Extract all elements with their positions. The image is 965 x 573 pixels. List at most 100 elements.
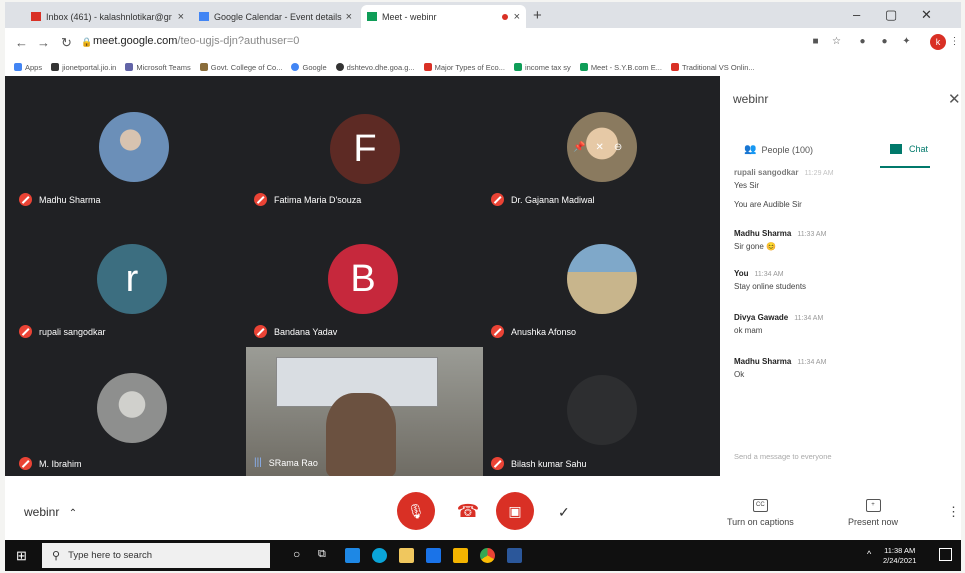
tab-gmail[interactable]: Inbox (461) - kalashnlotikar@gr × (25, 5, 190, 28)
address-bar-row: ← → ↻ 🔒 meet.google.com/teo-ugjs-djn?aut… (5, 28, 961, 58)
back-icon[interactable]: ← (15, 35, 28, 50)
windows-start-icon[interactable]: ⊞ (16, 548, 27, 564)
pin-icon[interactable]: 📌 (573, 142, 585, 153)
mic-off-icon (19, 457, 32, 470)
bookmark-item[interactable]: jionetportal.jio.in (51, 63, 116, 72)
participant-tile[interactable]: r rupali sangodkar (11, 212, 246, 345)
chat-input[interactable]: Send a message to everyone (734, 452, 832, 461)
bookmark-item[interactable]: income tax sy (513, 63, 571, 72)
apps-icon (14, 63, 22, 71)
reload-icon[interactable]: ↻ (61, 35, 72, 51)
participant-tile[interactable]: B Bandana Yadav (246, 212, 483, 345)
globe-icon (335, 63, 344, 71)
mail-icon[interactable] (426, 548, 441, 563)
new-tab-button[interactable]: + (533, 7, 542, 24)
bookmark-item[interactable]: Meet - S.Y.B.com E... (579, 62, 662, 72)
participant-tile[interactable]: F Fatima Maria D'souza (246, 80, 483, 210)
file-explorer-icon[interactable] (399, 548, 414, 563)
message-time: 11:34 AM (794, 315, 824, 322)
close-tab-icon[interactable]: × (514, 11, 520, 23)
forward-icon[interactable]: → (37, 35, 50, 50)
close-window-button[interactable]: ✕ (921, 7, 932, 23)
bookmark-item[interactable]: Major Types of Eco... (423, 62, 505, 72)
college-icon (199, 63, 208, 71)
bookmarks-bar: Apps jionetportal.jio.in Microsoft Teams… (5, 58, 961, 77)
taskbar-search[interactable]: ⚲ Type here to search (42, 543, 270, 568)
participant-tile[interactable]: Madhu Sharma (11, 80, 246, 210)
bookmark-label: Major Types of Eco... (434, 62, 505, 72)
word-icon[interactable] (507, 548, 522, 563)
message-sender: rupali sangodkar (734, 168, 799, 177)
participant-video-tile[interactable]: ||| SRama Rao (246, 347, 483, 476)
camera-icon[interactable]: ■ (810, 36, 821, 47)
mic-toggle-button[interactable]: 🎙 (397, 492, 435, 530)
gmail-icon (31, 12, 41, 21)
meeting-details-button[interactable]: webinr ⌃ (24, 505, 77, 519)
message-sender: Madhu Sharma (734, 357, 792, 366)
close-panel-icon[interactable]: ✕ (948, 90, 961, 108)
notification-icon[interactable] (939, 548, 952, 561)
message-text: You are Audible Sir (734, 200, 802, 209)
bookmark-label: jionetportal.jio.in (62, 62, 117, 72)
participant-tile[interactable]: Anushka Afonso (483, 212, 719, 345)
captions-button[interactable]: CC Turn on captions (727, 499, 794, 527)
message-time: 11:34 AM (797, 359, 827, 366)
bookmark-item[interactable]: Microsoft Teams (125, 63, 191, 72)
edge-icon[interactable] (372, 548, 387, 563)
windows-taskbar: ⊞ ⚲ Type here to search ○ ⧉ ^ 11:38 AM 2… (5, 540, 961, 571)
star-icon[interactable]: ☆ (831, 36, 842, 47)
meeting-controls-bar: webinr ⌃ 🎙 ☎ ▣ ✓ CC Turn on captions + P… (5, 476, 961, 542)
extension-icon[interactable]: ● (857, 36, 868, 47)
bookmark-label: Google (302, 62, 327, 72)
close-tab-icon[interactable]: × (178, 11, 184, 23)
tab-meet[interactable]: Meet - webinr × (361, 5, 526, 28)
maximize-button[interactable]: ▢ (885, 7, 897, 23)
task-view-icon[interactable]: ⧉ (318, 548, 333, 563)
participant-tile[interactable]: 📌 ✕ ⊖ Dr. Gajanan Madiwal (483, 80, 719, 210)
internet-explorer-icon[interactable] (345, 548, 360, 563)
tab-people[interactable]: 👥 People (100) (744, 144, 813, 155)
profile-avatar[interactable]: k (930, 34, 946, 50)
bookmark-label: dshtevo.dhe.goa.g... (346, 62, 415, 72)
hangup-icon: ☎ (456, 500, 480, 521)
mute-icon[interactable]: ✕ (595, 142, 603, 153)
more-icon[interactable]: ⊖ (614, 142, 622, 153)
tab-calendar[interactable]: Google Calendar - Event details × (193, 5, 358, 28)
chevron-up-icon[interactable]: ^ (867, 549, 871, 559)
bookmark-label: Meet - S.Y.B.com E... (590, 62, 662, 72)
participant-name: Madhu Sharma (39, 194, 101, 205)
message-time: 11:33 AM (797, 231, 827, 238)
extension-icon[interactable]: ● (879, 36, 890, 47)
cortana-icon[interactable]: ○ (293, 547, 308, 562)
minimize-button[interactable]: – (853, 7, 860, 22)
bookmark-item[interactable]: Apps (14, 63, 42, 72)
chat-message: You 11:34 AM Stay online students (734, 269, 949, 291)
url-field[interactable]: meet.google.com/teo-ugjs-djn?authuser=0 (93, 35, 299, 47)
tab-chat[interactable]: Chat (890, 144, 928, 154)
message-sender: Divya Gawade (734, 313, 789, 322)
chevron-up-icon: ⌃ (68, 508, 78, 519)
participant-avatar: F (330, 114, 400, 184)
participant-tile[interactable]: M. Ibrahim (11, 347, 246, 476)
bookmark-item[interactable]: dshtevo.dhe.goa.g... (335, 62, 415, 72)
participant-name: Fatima Maria D'souza (274, 194, 362, 205)
message-time: 11:34 AM (754, 271, 784, 278)
store-icon[interactable] (453, 548, 468, 563)
camera-toggle-button[interactable]: ▣ (496, 492, 534, 530)
present-button[interactable]: + Present now (848, 499, 898, 527)
bookmark-item[interactable]: Govt. College of Co... (199, 63, 282, 72)
participant-name-row: Madhu Sharma (19, 193, 101, 206)
mic-off-icon (491, 193, 504, 206)
bookmark-item[interactable]: Google (291, 62, 327, 72)
participant-tile[interactable]: Bilash kumar Sahu (483, 347, 719, 476)
chrome-icon[interactable] (480, 548, 495, 563)
bookmark-item[interactable]: Traditional VS Onlin... (670, 63, 755, 72)
more-options-icon[interactable]: ⋮ (947, 504, 960, 520)
participant-name-row: ||| SRama Rao (254, 457, 318, 468)
puzzle-icon[interactable]: ✦ (901, 36, 912, 47)
close-tab-icon[interactable]: × (346, 11, 352, 23)
system-clock[interactable]: 11:38 AM 2/24/2021 (883, 546, 916, 566)
captions-icon: CC (752, 499, 768, 512)
leave-call-button[interactable]: ☎ (449, 492, 487, 530)
menu-icon[interactable]: ⋮ (949, 36, 960, 47)
